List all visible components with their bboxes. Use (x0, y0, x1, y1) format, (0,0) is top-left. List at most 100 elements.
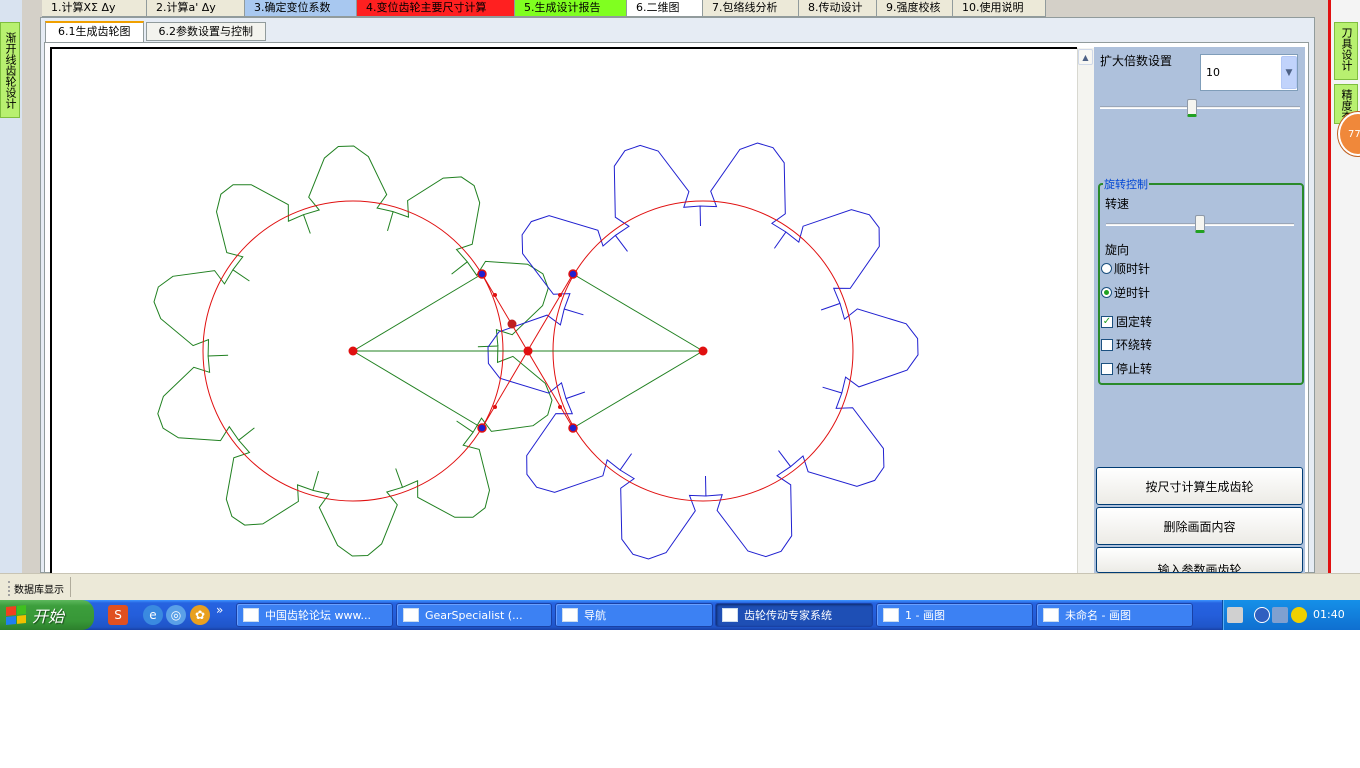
taskbar-button-6[interactable]: 未命名 - 画图 (1036, 603, 1193, 627)
tray-expand-icon[interactable] (1254, 607, 1270, 623)
gear-drawing-canvas[interactable] (50, 47, 1077, 573)
gear-2-center-point (698, 346, 708, 356)
gear-2-radius-line (572, 350, 704, 429)
orbit-rotation-checkbox-box[interactable] (1101, 338, 1113, 351)
zoom-setting-label: 扩大倍数设置 (1100, 54, 1173, 68)
direction-label: 旋向 (1105, 243, 1130, 257)
rotation-control-legend: 旋转控制 (1103, 176, 1149, 192)
gear-drawing-svg (153, 142, 919, 560)
tangent-point (477, 423, 487, 433)
taskbar-button-label: 1 - 画图 (905, 609, 945, 622)
fixed-rotation-label: 固定转 (1116, 315, 1153, 329)
window-icon (562, 608, 578, 622)
taskbar-button-2[interactable]: GearSpecialist (... (396, 603, 552, 627)
status-bar (0, 573, 1360, 600)
input-button-label: 输入参数画齿轮 (1157, 563, 1242, 573)
tray-app-icon[interactable] (1291, 607, 1307, 623)
taskbar-button-1[interactable]: 中国齿轮论坛 www... (236, 603, 393, 627)
taskbar-button-label: 中国齿轮论坛 www... (265, 609, 371, 622)
taskbar-button-4[interactable]: 齿轮传动专家系统 (715, 603, 873, 627)
window-icon (1043, 608, 1059, 622)
zoom-select-value: 10 (1206, 66, 1220, 79)
clockwise-radio-button[interactable] (1101, 263, 1112, 274)
counterclockwise-radio-button[interactable] (1101, 287, 1112, 298)
main-tab-9[interactable]: 9.强度校核 (877, 0, 953, 17)
vtab-involute-gear-design[interactable]: 渐开线齿轮设计 (0, 22, 20, 118)
clockwise-label: 顺时针 (1114, 262, 1151, 276)
clear-canvas-button[interactable]: 删除画面内容 (1096, 507, 1303, 545)
contact-point (507, 319, 517, 329)
stop-rotation-checkbox[interactable]: 停止转 (1101, 360, 1152, 377)
fixed-rotation-checkbox[interactable]: ✓ 固定转 (1101, 313, 1152, 330)
small-marker (493, 405, 497, 409)
canvas-vertical-scrollbar[interactable] (1077, 48, 1094, 573)
counterclockwise-radio[interactable]: 逆时针 (1101, 284, 1150, 301)
main-tab-3[interactable]: 3.确定变位系数 (245, 0, 357, 17)
keyboard-icon[interactable] (1227, 607, 1243, 623)
main-tab-7[interactable]: 7.包络线分析 (703, 0, 799, 17)
quicklaunch-app-icon[interactable]: S (108, 605, 128, 625)
sub-tab-2[interactable]: 6.2参数设置与控制 (145, 22, 266, 41)
orbit-rotation-label: 环绕转 (1116, 338, 1153, 352)
window-icon (403, 608, 419, 622)
start-button[interactable]: 开始 (0, 600, 94, 630)
main-tab-4[interactable]: 4.变位齿轮主要尺寸计算 (357, 0, 515, 17)
main-tab-10[interactable]: 10.使用说明 (953, 0, 1046, 17)
main-tab-5[interactable]: 5.生成设计报告 (515, 0, 627, 17)
window-icon (883, 608, 899, 622)
clear-button-label: 删除画面内容 (1163, 519, 1236, 534)
speed-slider-thumb[interactable] (1195, 215, 1205, 233)
calculate-generate-gear-button[interactable]: 按尺寸计算生成齿轮 (1096, 467, 1303, 505)
gear-1-radius-line (352, 273, 483, 352)
quicklaunch-more-icon[interactable]: » (216, 603, 223, 617)
taskbar-button-5[interactable]: 1 - 画图 (876, 603, 1033, 627)
gear-1-center-point (348, 346, 358, 356)
pitch-point (523, 346, 533, 356)
window-icon (722, 608, 738, 622)
main-tab-6[interactable]: 6.二维图 (627, 0, 703, 17)
scroll-up-arrow-icon[interactable]: ▲ (1078, 49, 1093, 65)
zoom-slider-track[interactable] (1100, 106, 1300, 109)
network-icon[interactable] (1272, 607, 1288, 623)
orbit-rotation-checkbox[interactable]: 环绕转 (1101, 336, 1152, 353)
stop-rotation-label: 停止转 (1116, 362, 1153, 376)
chevron-down-icon[interactable]: ▼ (1281, 56, 1297, 89)
right-gap (1318, 0, 1328, 573)
taskbar-button-label: 齿轮传动专家系统 (744, 609, 832, 622)
vtab-tool-design[interactable]: 刀具设计 (1334, 22, 1358, 80)
fixed-rotation-checkbox-box[interactable]: ✓ (1101, 315, 1113, 328)
main-tab-8[interactable]: 8.传动设计 (799, 0, 877, 17)
media-icon[interactable]: ✿ (190, 605, 210, 625)
small-marker (558, 405, 562, 409)
status-database-display: 数据库显示 (8, 581, 64, 596)
tangent-point (477, 269, 487, 279)
small-marker (493, 293, 497, 297)
speed-label: 转速 (1105, 197, 1130, 211)
clockwise-radio[interactable]: 顺时针 (1101, 260, 1150, 277)
taskbar-button-label: 导航 (584, 609, 606, 622)
taskbar-clock: 01:40 (1313, 608, 1345, 621)
sub-tab-1[interactable]: 6.1生成齿轮图 (45, 21, 144, 42)
main-tab-2[interactable]: 2.计算a' Δy (147, 0, 245, 17)
gear-2-radius-line (572, 273, 704, 352)
calculate-button-label: 按尺寸计算生成齿轮 (1145, 479, 1254, 494)
stop-rotation-checkbox-box[interactable] (1101, 362, 1113, 375)
internet-explorer-icon[interactable]: e (143, 605, 163, 625)
windows-logo-icon (6, 604, 26, 626)
badge-text: 77 (1348, 128, 1360, 140)
main-tab-strip: 1.计算XΣ Δy 2.计算a' Δy 3.确定变位系数 4.变位齿轮主要尺寸计算 5.… (42, 0, 1046, 17)
main-tab-1[interactable]: 1.计算XΣ Δy (42, 0, 147, 17)
start-label: 开始 (32, 607, 65, 626)
taskbar-button-3[interactable]: 导航 (555, 603, 713, 627)
sub-tab-strip: 6.1生成齿轮图 6.2参数设置与控制 (45, 21, 268, 42)
browser-icon[interactable]: ◎ (166, 605, 186, 625)
window-icon (243, 608, 259, 622)
tangent-point (568, 269, 578, 279)
tangent-point (568, 423, 578, 433)
zoom-slider-thumb[interactable] (1187, 99, 1198, 117)
status-separator (70, 577, 71, 597)
taskbar-button-label: 未命名 - 画图 (1065, 609, 1131, 622)
input-params-draw-gear-button[interactable]: 输入参数画齿轮 (1096, 547, 1303, 573)
small-marker (558, 293, 562, 297)
counterclockwise-label: 逆时针 (1114, 286, 1151, 300)
